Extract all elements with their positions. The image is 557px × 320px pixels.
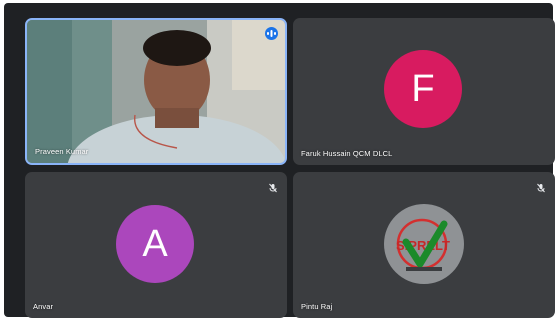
participant-tile-faruk-hussain[interactable]: F Faruk Hussain QCM DLCL xyxy=(293,18,555,165)
mic-off-icon xyxy=(536,180,546,193)
avatar-initial: F xyxy=(411,67,435,110)
participant-name: Anvar xyxy=(33,302,54,311)
avatar: A xyxy=(116,205,194,283)
participant-video xyxy=(27,20,285,163)
audio-level-icon xyxy=(265,27,278,40)
participant-name: Faruk Hussain QCM DLCL xyxy=(301,149,393,158)
profile-logo-image: SIPRELT xyxy=(384,204,464,284)
participant-tile-praveen-kumar[interactable]: Praveen Kumar xyxy=(25,18,287,165)
avatar-initial: A xyxy=(142,222,168,265)
participant-tile-pintu-raj[interactable]: SIPRELT Pintu Raj xyxy=(293,172,555,318)
meeting-grid: Praveen Kumar F Faruk Hussain QCM DLCL A… xyxy=(4,3,555,318)
mic-off-icon xyxy=(268,180,278,193)
participant-tile-anvar[interactable]: A Anvar xyxy=(25,172,287,318)
participant-name: Pintu Raj xyxy=(301,302,333,311)
participant-name: Praveen Kumar xyxy=(35,147,89,156)
avatar: F xyxy=(384,50,462,128)
